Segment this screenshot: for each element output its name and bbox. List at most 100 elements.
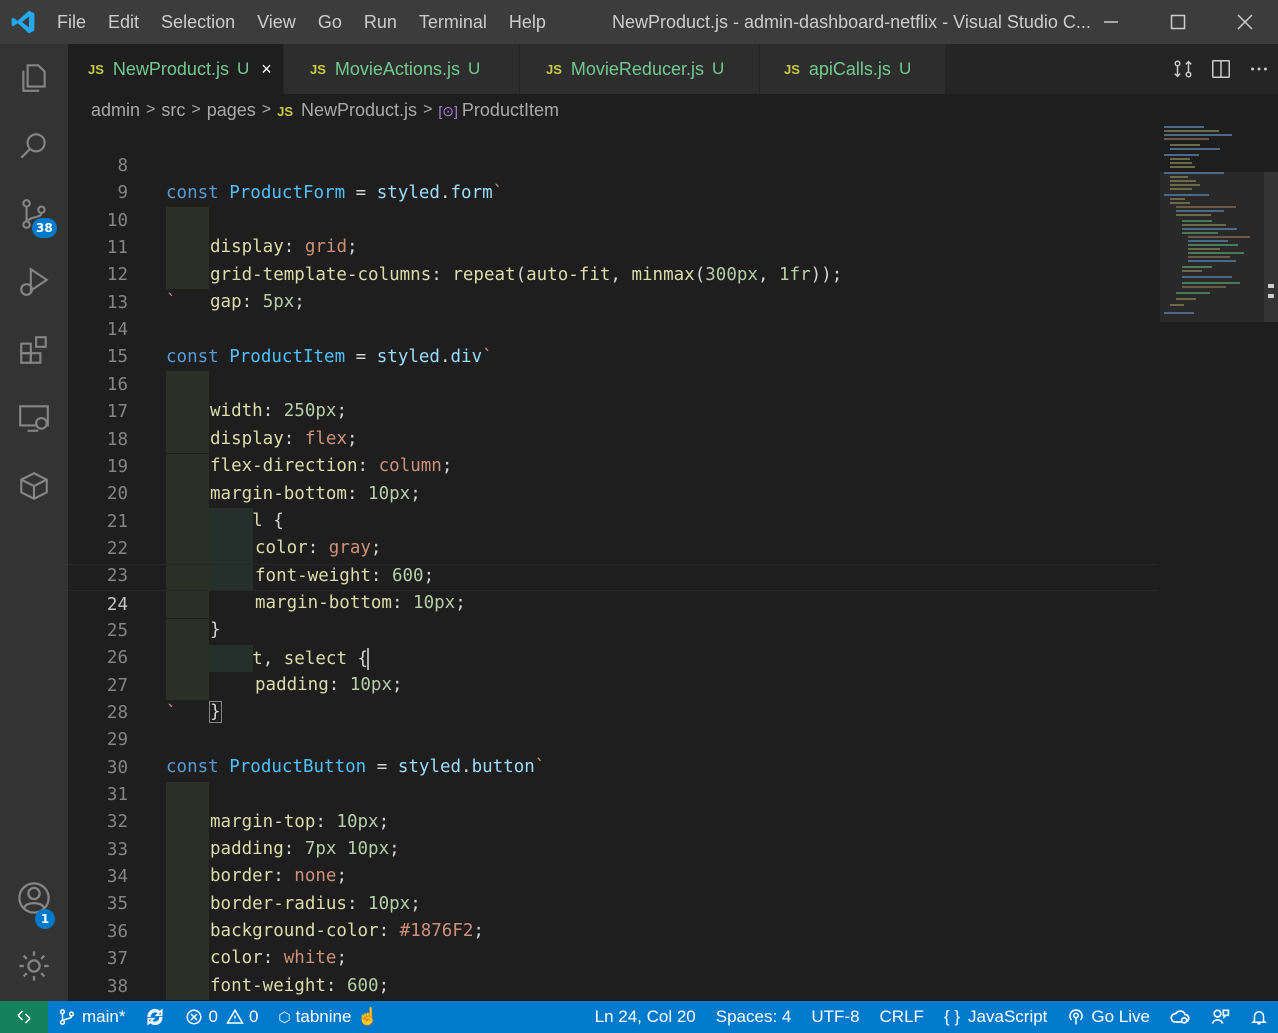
- accounts-icon[interactable]: 1: [0, 864, 68, 932]
- run-debug-icon[interactable]: [0, 248, 68, 316]
- account-status-icon[interactable]: [1160, 1001, 1200, 1033]
- split-editor-icon[interactable]: [1202, 44, 1240, 94]
- git-branch-icon: [59, 1009, 75, 1025]
- menu-file[interactable]: File: [46, 0, 97, 44]
- code-line: 11 gap: 5px;: [68, 208, 1158, 312]
- menu-go[interactable]: Go: [307, 0, 353, 44]
- chevron-right-icon: >: [146, 101, 156, 118]
- tab-label: MovieActions.js: [334, 58, 460, 79]
- tab-label: apiCalls.js: [808, 58, 891, 79]
- remote-explorer-icon[interactable]: [0, 384, 68, 452]
- code-line: 14 const ProductItem = styled.div`: [68, 290, 1158, 367]
- breadcrumb-pages[interactable]: pages: [207, 100, 256, 121]
- explorer-icon[interactable]: [0, 44, 68, 112]
- breadcrumb-symbol[interactable]: [⊙] ProductItem: [438, 100, 559, 121]
- minimap[interactable]: [1160, 126, 1264, 1001]
- status-bar-right: Ln 24, Col 20 Spaces: 4 UTF-8 CRLF { } J…: [585, 1001, 1278, 1033]
- open-changes-icon[interactable]: [1164, 44, 1202, 94]
- code-editor[interactable]: 8 const ProductForm = styled.form` 9 dis…: [68, 126, 1278, 1001]
- chevron-right-icon: >: [191, 101, 201, 118]
- notifications-bell-icon[interactable]: [1240, 1001, 1278, 1033]
- code-line: 18 margin-bottom: 10px;: [68, 400, 1158, 504]
- problems-status[interactable]: 0 0: [175, 1001, 268, 1033]
- hand-pointer-icon: ☝: [357, 1007, 379, 1026]
- chevron-right-icon: >: [423, 101, 433, 118]
- breadcrumb-src[interactable]: src: [161, 100, 185, 121]
- js-file-icon: JS: [277, 103, 294, 119]
- code-line: 32 border: none;: [68, 782, 1158, 886]
- broadcast-icon: [1069, 1009, 1084, 1025]
- code-line: 23 }: [68, 536, 1158, 640]
- code-line: 16 display: flex;: [68, 345, 1158, 449]
- editor-tab-bar: JS NewProduct.js U × JS MovieActions.js …: [68, 44, 1278, 94]
- docker-icon[interactable]: [0, 452, 68, 520]
- tab-label: NewProduct.js: [112, 58, 229, 79]
- remote-indicator-icon[interactable]: [0, 1001, 48, 1033]
- maximize-button[interactable]: [1144, 0, 1211, 44]
- tab-label: MovieReducer.js: [570, 58, 704, 79]
- code-line: 12 `: [68, 235, 1158, 312]
- tab-untracked-status: U: [711, 59, 725, 78]
- window-controls: [1077, 0, 1278, 44]
- code-line: 8 const ProductForm = styled.form`: [68, 126, 1158, 203]
- menu-help[interactable]: Help: [498, 0, 557, 44]
- code-line: 36 font-weight: 600;: [68, 892, 1158, 996]
- code-line: 33 border-radius: 10px;: [68, 810, 1158, 914]
- indentation[interactable]: Spaces: 4: [706, 1001, 802, 1033]
- title-bar: File Edit Selection View Go Run Terminal…: [0, 0, 1278, 44]
- branch-status[interactable]: main*: [48, 1001, 135, 1033]
- code-line: 9 display: grid;: [68, 153, 1158, 257]
- menu-edit[interactable]: Edit: [97, 0, 150, 44]
- code-line: 20 color: gray;: [68, 454, 1158, 558]
- tab-untracked-status: U: [467, 59, 481, 78]
- tab-newproduct[interactable]: JS NewProduct.js U ×: [68, 44, 284, 94]
- settings-gear-icon[interactable]: [0, 932, 68, 1000]
- scrollbar-thumb[interactable]: [1264, 172, 1278, 322]
- code-line: 31 padding: 7px 10px;: [68, 755, 1158, 859]
- error-icon: [186, 1009, 202, 1025]
- code-line: 28: [68, 673, 1158, 723]
- tabnine-status[interactable]: ⬡ tabnine ☝: [268, 1001, 388, 1033]
- code-line: 34 background-color: #1876F2;: [68, 837, 1158, 941]
- encoding[interactable]: UTF-8: [801, 1001, 869, 1033]
- menu-selection[interactable]: Selection: [150, 0, 246, 44]
- feedback-icon[interactable]: [1200, 1001, 1240, 1033]
- sync-button[interactable]: [135, 1001, 175, 1033]
- more-actions-icon[interactable]: [1240, 44, 1278, 94]
- menu-terminal[interactable]: Terminal: [408, 0, 498, 44]
- activity-bar: 38 1: [0, 44, 68, 1001]
- source-control-icon[interactable]: 38: [0, 180, 68, 248]
- code-line: 27 `: [68, 646, 1158, 723]
- code-line: 10 grid-template-columns: repeat(auto-fi…: [68, 181, 1158, 285]
- code-line: 35 color: white;: [68, 864, 1158, 968]
- cursor-position[interactable]: Ln 24, Col 20: [585, 1001, 706, 1033]
- menu-bar: File Edit Selection View Go Run Terminal…: [46, 0, 557, 44]
- js-file-icon: JS: [546, 61, 562, 77]
- breadcrumb-admin[interactable]: admin: [91, 100, 140, 121]
- code-line: 19 label {: [68, 427, 1158, 531]
- vertical-scrollbar[interactable]: [1264, 126, 1278, 1001]
- tab-apicalls[interactable]: JS apiCalls.js U: [760, 44, 946, 94]
- minimize-button[interactable]: [1077, 0, 1144, 44]
- menu-run[interactable]: Run: [353, 0, 408, 44]
- code-line: 39: [68, 974, 1158, 1001]
- code-line: 26 }: [68, 618, 1158, 724]
- close-window-button[interactable]: [1211, 0, 1278, 44]
- line-ending[interactable]: CRLF: [870, 1001, 934, 1033]
- code-line: 15 width: 250px;: [68, 317, 1158, 421]
- tab-moviereducer[interactable]: JS MovieReducer.js U: [520, 44, 760, 94]
- tab-movieactions[interactable]: JS MovieActions.js U: [284, 44, 520, 94]
- language-mode[interactable]: { } JavaScript: [934, 1001, 1057, 1033]
- close-icon[interactable]: ×: [261, 59, 272, 80]
- chevron-right-icon: >: [261, 101, 272, 118]
- breadcrumb-file[interactable]: JS NewProduct.js: [277, 100, 417, 121]
- menu-view[interactable]: View: [246, 0, 307, 44]
- window-title: NewProduct.js - admin-dashboard-netflix …: [612, 12, 1091, 32]
- go-live-button[interactable]: Go Live: [1057, 1001, 1160, 1033]
- code-line: 30 margin-top: 10px;: [68, 728, 1158, 832]
- tab-untracked-status: U: [898, 59, 912, 78]
- extensions-icon[interactable]: [0, 316, 68, 384]
- breadcrumb: admin > src > pages > JS NewProduct.js > …: [68, 94, 1278, 126]
- search-icon[interactable]: [0, 112, 68, 180]
- js-file-icon: JS: [310, 61, 326, 77]
